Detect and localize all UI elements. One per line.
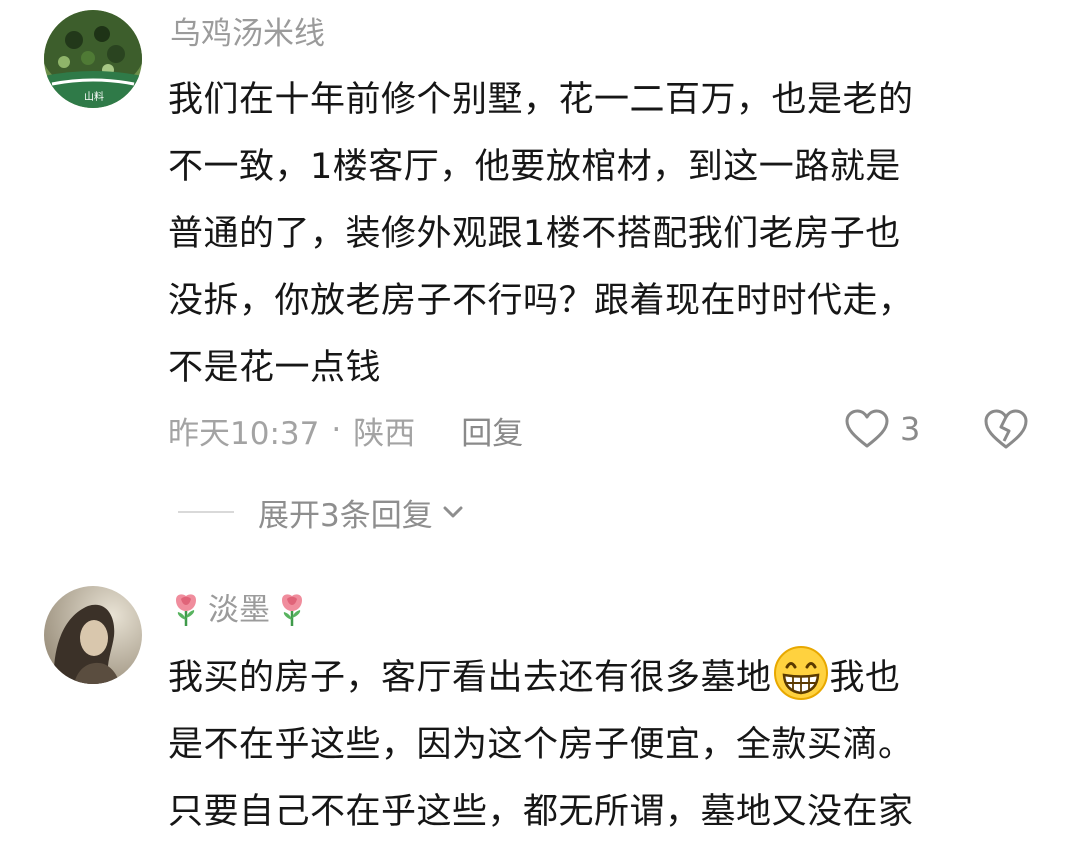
username-label[interactable]: 乌鸡汤米线 bbox=[170, 14, 325, 54]
like-button[interactable]: 3 bbox=[844, 406, 920, 452]
comment-line-part: 我买的房子，客厅看出去还有很多墓地 bbox=[168, 658, 772, 698]
person-portrait-avatar-icon bbox=[44, 586, 142, 684]
avatar[interactable]: 山料 bbox=[44, 10, 142, 108]
comment-body: 我们在十年前修个别墅，花一二百万，也是老的 不一致，1楼客厅，他要放棺材，到这一… bbox=[168, 67, 1038, 402]
comment-username[interactable]: 淡墨 bbox=[170, 590, 308, 630]
expand-divider bbox=[178, 511, 234, 513]
username-label[interactable]: 淡墨 bbox=[208, 590, 270, 630]
comment-line: 只要自己不在乎这些，都无所谓，墓地又没在家 bbox=[168, 792, 914, 832]
comment-location: 陕西 bbox=[353, 415, 416, 452]
comment-line: 不是花一点钱 bbox=[168, 348, 382, 388]
rose-icon bbox=[170, 592, 202, 628]
comment-line: 是不在乎这些，因为这个房子便宜，全款买滴。 bbox=[168, 725, 914, 765]
reply-button[interactable]: 回复 bbox=[461, 408, 523, 453]
comment-list: 山料 乌鸡汤米线 我们在十年前修个别墅，花一二百万，也是老的 不一致，1楼客厅，… bbox=[0, 0, 1079, 854]
comment-body: 我买的房子，客厅看出去还有很多墓地 我也 是不在乎这些，因为这个房子便宜，全款买… bbox=[168, 645, 1038, 846]
grin-icon bbox=[773, 645, 829, 701]
comment-username[interactable]: 乌鸡汤米线 bbox=[170, 14, 325, 54]
like-count: 3 bbox=[900, 410, 921, 448]
comment-time: 昨天10:37 bbox=[168, 415, 320, 452]
meta-separator: · bbox=[331, 412, 342, 448]
comment-line: 普通的了，装修外观跟1楼不搭配我们老房子也 bbox=[168, 214, 901, 254]
comment-line-part: 我也 bbox=[829, 658, 901, 698]
comment-line: 不一致，1楼客厅，他要放棺材，到这一路就是 bbox=[168, 147, 901, 187]
comment-line: 我们在十年前修个别墅，花一二百万，也是老的 bbox=[168, 80, 914, 120]
chevron-down-icon[interactable] bbox=[439, 498, 467, 526]
expand-replies-label[interactable]: 展开3条回复 bbox=[258, 490, 433, 535]
comment-meta: 昨天10:37 · 陕西 回复 bbox=[168, 408, 523, 452]
noodle-bowl-avatar-icon: 山料 bbox=[44, 10, 142, 108]
dislike-button[interactable] bbox=[983, 407, 1029, 451]
comment-line: 没拆，你放老房子不行吗？跟着现在时时代走， bbox=[168, 281, 914, 321]
broken-heart-icon[interactable] bbox=[983, 407, 1029, 451]
svg-text:山料: 山料 bbox=[84, 90, 104, 103]
comment-line: 我买的房子，客厅看出去还有很多墓地 我也 bbox=[168, 645, 1038, 712]
heart-icon[interactable] bbox=[844, 408, 890, 450]
rose-icon bbox=[276, 592, 308, 628]
avatar[interactable] bbox=[44, 586, 142, 684]
expand-replies-button[interactable]: 展开3条回复 bbox=[178, 490, 467, 534]
